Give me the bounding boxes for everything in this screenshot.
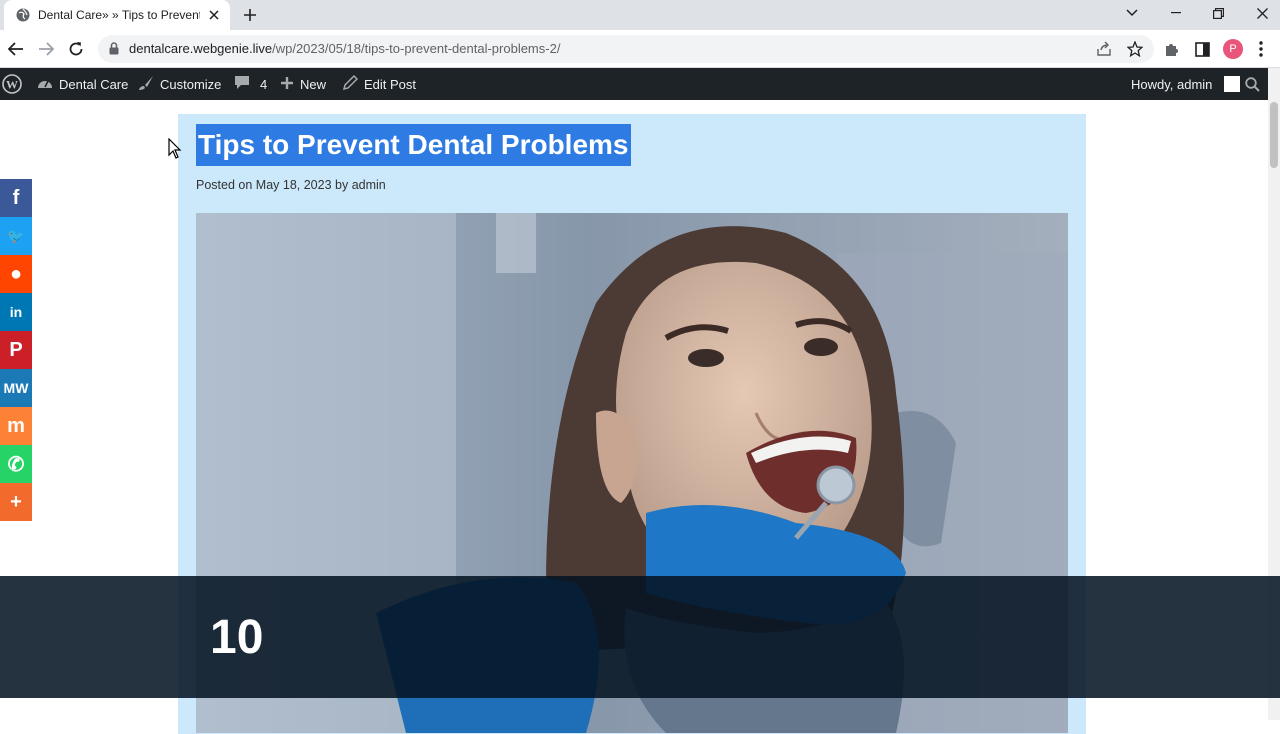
tab-title: Dental Care» » Tips to Prevent De	[38, 8, 200, 22]
comments-menu[interactable]: 4	[234, 68, 267, 100]
bookmark-star-icon[interactable]	[1127, 41, 1143, 57]
more-share-icon[interactable]: +	[0, 483, 32, 521]
pinterest-icon[interactable]: P	[0, 331, 32, 369]
customize-menu[interactable]: Customize	[138, 68, 221, 100]
paintbrush-icon	[138, 75, 154, 94]
overlay-number: 10	[210, 611, 264, 664]
lock-icon[interactable]	[109, 42, 119, 60]
admin-avatar	[1224, 76, 1241, 92]
linkedin-icon[interactable]: in	[0, 293, 32, 331]
post-date-link[interactable]: May 18, 2023	[256, 178, 332, 192]
post-meta: Posted on May 18, 2023 by admin	[196, 178, 386, 192]
howdy-label: Howdy, admin	[1131, 76, 1213, 92]
admin-search-icon[interactable]	[1245, 68, 1260, 100]
customize-label: Customize	[160, 76, 222, 92]
new-content-menu[interactable]: New	[280, 68, 326, 100]
edit-post-label: Edit Post	[364, 76, 417, 92]
forward-arrow-icon[interactable]	[36, 39, 56, 59]
pencil-icon	[342, 74, 359, 93]
profile-avatar[interactable]: P	[1223, 39, 1243, 59]
browser-menu-icon[interactable]	[1252, 40, 1270, 58]
site-name-menu[interactable]: Dental Care	[37, 68, 128, 100]
mewe-icon[interactable]: MW	[0, 369, 32, 407]
share-page-icon[interactable]	[1096, 41, 1112, 57]
reload-icon[interactable]	[66, 39, 86, 59]
globe-icon	[16, 8, 30, 22]
post-title[interactable]: Tips to Prevent Dental Problems	[196, 124, 631, 166]
video-overlay-banner: 10	[0, 576, 1280, 698]
dashboard-gauge-icon	[37, 76, 53, 93]
wordpress-logo-icon[interactable]: W	[2, 68, 22, 100]
browser-tab-strip: Dental Care» » Tips to Prevent De	[0, 0, 1280, 30]
comments-count: 4	[260, 76, 268, 92]
new-label: New	[300, 76, 327, 92]
browser-tab-active[interactable]: Dental Care» » Tips to Prevent De	[4, 0, 230, 30]
comment-bubble-icon	[234, 75, 250, 93]
extensions-puzzle-icon[interactable]	[1163, 40, 1181, 58]
restore-window-icon[interactable]	[1196, 0, 1240, 26]
twitter-icon[interactable]: 🐦	[0, 217, 32, 255]
close-tab-icon[interactable]	[206, 7, 222, 23]
close-window-icon[interactable]	[1240, 0, 1280, 26]
side-panel-icon[interactable]	[1193, 40, 1211, 58]
wp-admin-bar: W Dental Care Customize 4 New Edit Post …	[0, 68, 1268, 100]
address-bar[interactable]: dentalcare.webgenie.live/wp/2023/05/18/t…	[98, 35, 1154, 63]
mouse-pointer-icon	[168, 137, 182, 165]
edit-post-menu[interactable]: Edit Post	[342, 68, 417, 100]
site-name-label: Dental Care	[59, 76, 129, 92]
plus-icon	[280, 76, 294, 93]
mix-icon[interactable]: m	[0, 407, 32, 445]
post-author-link[interactable]: admin	[352, 178, 386, 192]
back-arrow-icon[interactable]	[6, 39, 26, 59]
browser-toolbar: dentalcare.webgenie.live/wp/2023/05/18/t…	[0, 30, 1280, 68]
whatsapp-icon[interactable]: ✆	[0, 445, 32, 483]
reddit-icon[interactable]: ●	[0, 255, 32, 293]
url-text: dentalcare.webgenie.live/wp/2023/05/18/t…	[129, 41, 561, 56]
my-account-menu[interactable]: Howdy, admin	[1131, 68, 1241, 100]
minimize-window-icon[interactable]	[1154, 0, 1198, 26]
facebook-icon[interactable]: f	[0, 179, 32, 217]
tab-search-chevron-icon[interactable]	[1110, 0, 1154, 26]
scrollbar-thumb[interactable]	[1270, 102, 1278, 168]
svg-text:W: W	[6, 78, 18, 92]
new-tab-icon[interactable]	[240, 5, 260, 25]
